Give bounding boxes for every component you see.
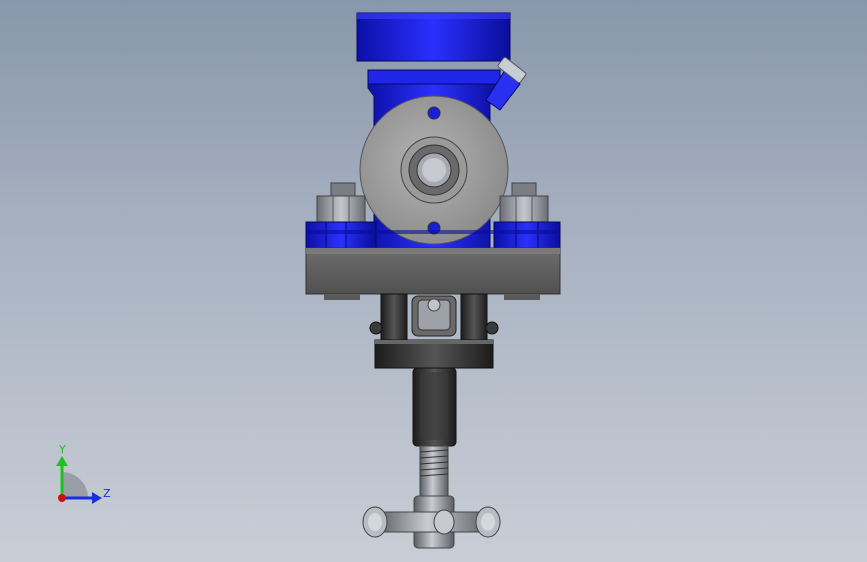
stem-nut[interactable] xyxy=(412,367,457,447)
coordinate-triad: Y Z xyxy=(56,443,111,504)
lower-flange[interactable] xyxy=(305,247,561,300)
cad-viewport[interactable]: Y Z xyxy=(0,0,867,562)
threaded-stem xyxy=(419,445,449,497)
origin-dot-icon xyxy=(58,494,66,502)
yoke[interactable] xyxy=(369,293,499,343)
z-axis-label: Z xyxy=(103,487,111,500)
bonnet-top-block[interactable] xyxy=(356,12,511,62)
bolt-nut-left xyxy=(316,182,366,223)
yoke-plate[interactable] xyxy=(374,339,494,369)
y-axis-label: Y xyxy=(58,443,66,456)
y-arrowhead-icon xyxy=(56,456,68,466)
bolt-nut-right xyxy=(499,182,549,223)
bonnet-disc[interactable] xyxy=(359,95,509,245)
t-handle[interactable] xyxy=(362,495,501,549)
z-arrowhead-icon xyxy=(92,492,102,504)
triad-quadrant xyxy=(62,472,88,498)
